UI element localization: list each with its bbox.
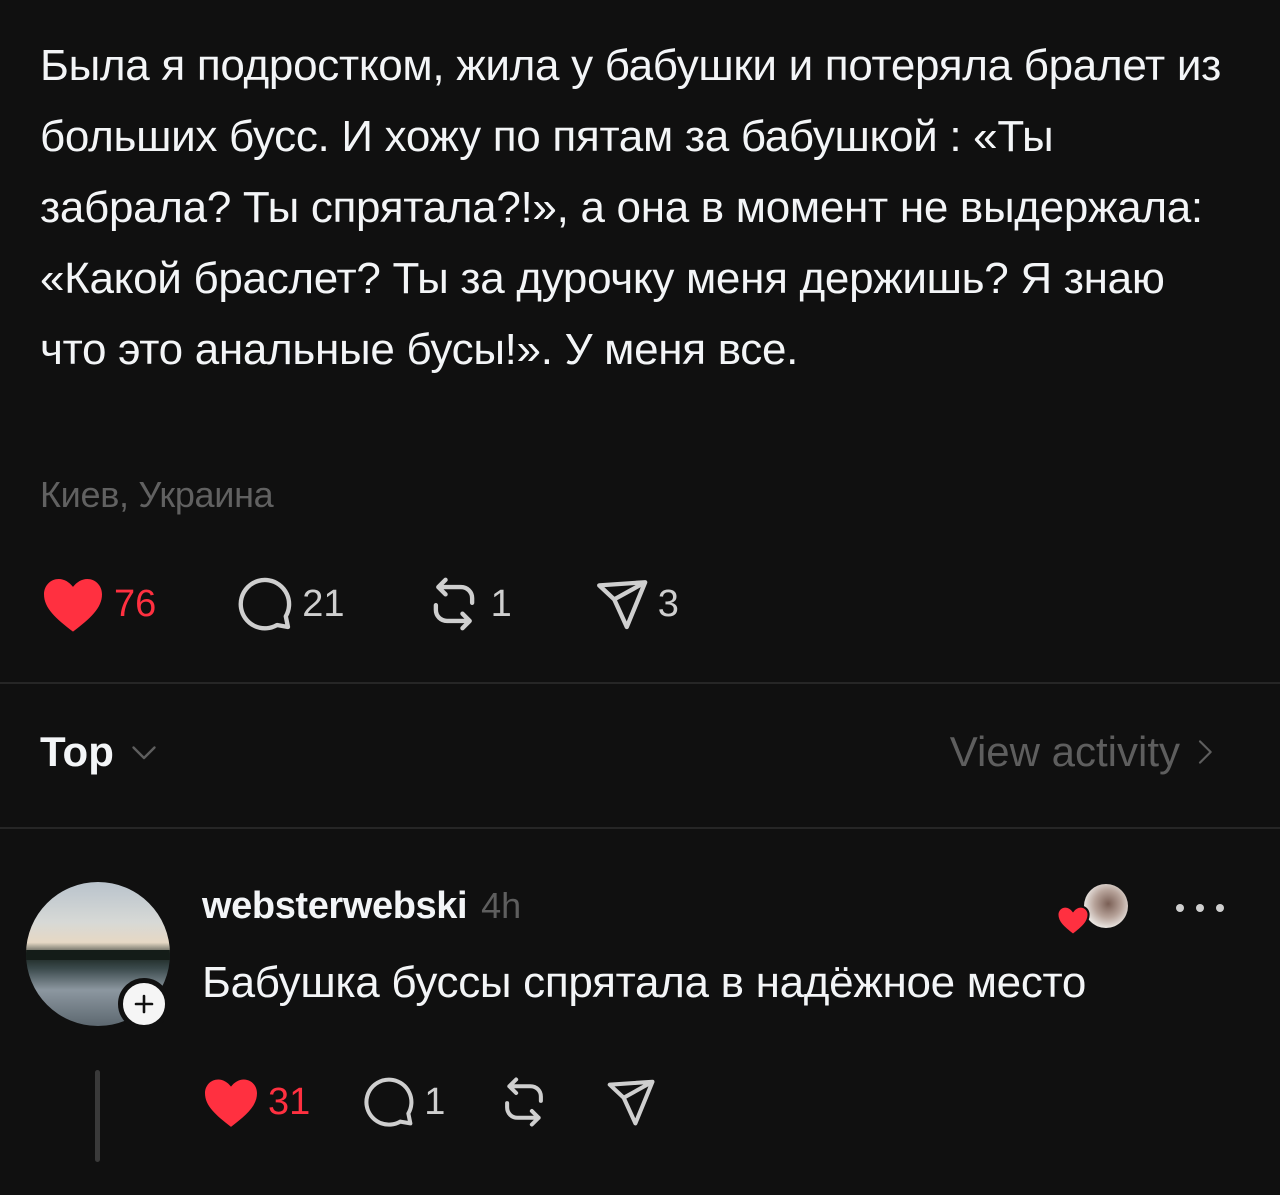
reply-text: Бабушка буссы спрятала в надёжное место — [202, 958, 1087, 1007]
more-icon — [1176, 904, 1224, 912]
share-button[interactable]: 3 — [592, 575, 679, 633]
avatar-treeline — [26, 950, 170, 960]
post-text: Была я подростком, жила у бабушки и поте… — [40, 41, 1221, 374]
thread-line — [95, 1070, 100, 1162]
like-button[interactable]: 76 — [40, 575, 156, 633]
heart-icon — [44, 578, 102, 632]
plus-icon — [134, 994, 154, 1014]
share-icon — [596, 580, 648, 630]
reply-repost-button[interactable] — [497, 1075, 551, 1129]
liked-by-author — [1056, 880, 1136, 944]
more-options-button[interactable] — [1170, 890, 1230, 931]
divider-top — [0, 682, 1280, 684]
divider-bottom — [0, 827, 1280, 829]
repost-icon — [433, 577, 474, 631]
view-activity-label: View activity — [949, 728, 1180, 775]
reply-actions: 31 1 — [202, 1070, 709, 1134]
comment-button[interactable]: 21 — [236, 575, 345, 633]
reply-like-count: 31 — [268, 1080, 311, 1123]
chevron-right-icon — [1198, 740, 1212, 764]
repost-count: 1 — [490, 582, 512, 625]
share-count: 3 — [657, 582, 679, 625]
like-count: 76 — [114, 582, 157, 625]
sort-label: Top — [40, 728, 114, 775]
chevron-down-icon — [132, 746, 156, 760]
comment-count: 21 — [302, 582, 345, 625]
comment-icon — [364, 1077, 414, 1127]
reply-header: websterwebski 4h — [202, 885, 521, 928]
reply-like-button[interactable]: 31 — [202, 1076, 310, 1128]
reply-comment-button[interactable]: 1 — [362, 1075, 445, 1129]
comment-icon — [238, 577, 292, 631]
reply-time: 4h — [481, 885, 522, 926]
share-icon — [608, 1079, 655, 1126]
heart-icon — [1056, 905, 1090, 936]
reply-comment-count: 1 — [424, 1080, 446, 1123]
repost-icon — [505, 1077, 544, 1127]
post-location[interactable]: Киев, Украина — [40, 474, 274, 516]
follow-button[interactable] — [118, 978, 170, 1030]
heart-icon — [205, 1079, 257, 1127]
replies-header: Top View activity — [40, 728, 1220, 788]
reply-username[interactable]: websterwebski — [202, 885, 468, 928]
post-actions: 76 21 1 3 — [40, 572, 719, 636]
reply-share-button[interactable] — [603, 1075, 657, 1129]
sort-dropdown[interactable]: Top — [40, 728, 162, 776]
repost-button[interactable]: 1 — [425, 575, 512, 633]
view-activity-link[interactable]: View activity — [950, 728, 1220, 776]
liker-avatar — [1084, 884, 1128, 928]
